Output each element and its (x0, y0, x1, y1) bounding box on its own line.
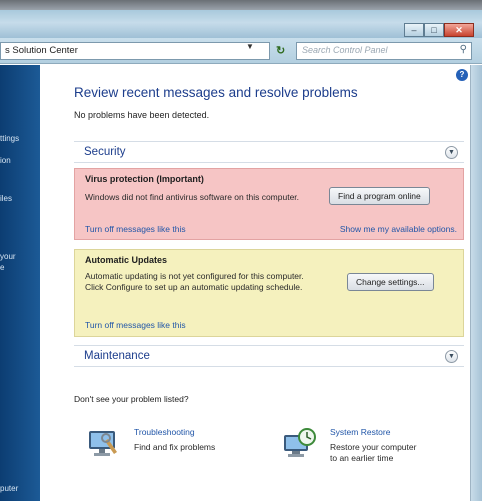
virus-protection-heading: Virus protection (Important) (85, 174, 204, 184)
sidebar-item-your[interactable]: your (0, 251, 16, 262)
maximize-button[interactable]: □ (424, 23, 444, 37)
system-restore-link[interactable]: System Restore (330, 427, 390, 437)
refresh-icon[interactable]: ↻ (276, 44, 285, 57)
security-section-header[interactable]: Security ▼ (74, 141, 464, 163)
maintenance-section-header[interactable]: Maintenance ▼ (74, 345, 464, 367)
sidebar-item-protection[interactable]: ion (0, 155, 11, 166)
close-button[interactable]: ✕ (444, 23, 474, 37)
search-input[interactable]: Search Control Panel ⚲ (296, 42, 472, 60)
search-icon[interactable]: ⚲ (460, 44, 467, 55)
automatic-updates-alert: Automatic Updates Automatic updating is … (74, 249, 464, 337)
turn-off-updates-messages-link[interactable]: Turn off messages like this (85, 320, 186, 330)
security-section-title: Security (84, 146, 126, 158)
troubleshooting-link[interactable]: Troubleshooting (134, 427, 195, 437)
window-frame-right (470, 65, 482, 501)
problem-question: Don't see your problem listed? (74, 394, 189, 404)
window-controls: – □ ✕ (404, 23, 474, 37)
sidebar-item-computer[interactable]: puter (0, 483, 18, 494)
search-placeholder: Search Control Panel (302, 45, 388, 55)
status-message: No problems have been detected. (74, 110, 210, 120)
help-icon[interactable]: ? (456, 69, 468, 81)
address-toolbar: s Solution Center ▼ ↻ Search Control Pan… (0, 38, 482, 64)
address-field[interactable]: s Solution Center (0, 42, 270, 60)
address-path: s Solution Center (5, 45, 78, 56)
system-restore-item[interactable]: System Restore Restore your computer to … (282, 427, 432, 485)
automatic-updates-message: Automatic updating is not yet configured… (85, 271, 304, 292)
find-program-button[interactable]: Find a program online (329, 187, 430, 205)
sidebar-item-continued[interactable]: e (0, 262, 4, 273)
troubleshooting-item[interactable]: Troubleshooting Find and fix problems (86, 427, 246, 467)
sidebar: ttings ion iles your e puter (0, 65, 40, 501)
virus-protection-message: Windows did not find antivirus software … (85, 192, 300, 202)
chevron-down-icon[interactable]: ▼ (445, 146, 458, 159)
sidebar-item-files[interactable]: iles (0, 193, 12, 204)
chevron-down-icon[interactable]: ▼ (445, 350, 458, 363)
system-restore-icon (284, 428, 316, 457)
troubleshooting-description: Find and fix problems (134, 442, 216, 452)
maintenance-section-title: Maintenance (84, 350, 150, 362)
window-frame-top (0, 0, 482, 10)
page-title: Review recent messages and resolve probl… (74, 85, 358, 100)
automatic-updates-heading: Automatic Updates (85, 255, 168, 265)
change-settings-button[interactable]: Change settings... (347, 273, 434, 291)
sidebar-item-security-settings[interactable]: ttings (0, 133, 19, 144)
virus-protection-alert: Virus protection (Important) Windows did… (74, 168, 464, 240)
show-options-link[interactable]: Show me my available options. (340, 224, 457, 234)
system-restore-description: Restore your computer to an earlier time (330, 442, 417, 463)
troubleshooting-icon (89, 431, 117, 456)
minimize-button[interactable]: – (404, 23, 424, 37)
title-bar[interactable]: – □ ✕ (0, 10, 482, 38)
address-dropdown-icon[interactable]: ▼ (246, 42, 254, 51)
turn-off-messages-link[interactable]: Turn off messages like this (85, 224, 186, 234)
main-content: ? Review recent messages and resolve pro… (40, 65, 470, 501)
